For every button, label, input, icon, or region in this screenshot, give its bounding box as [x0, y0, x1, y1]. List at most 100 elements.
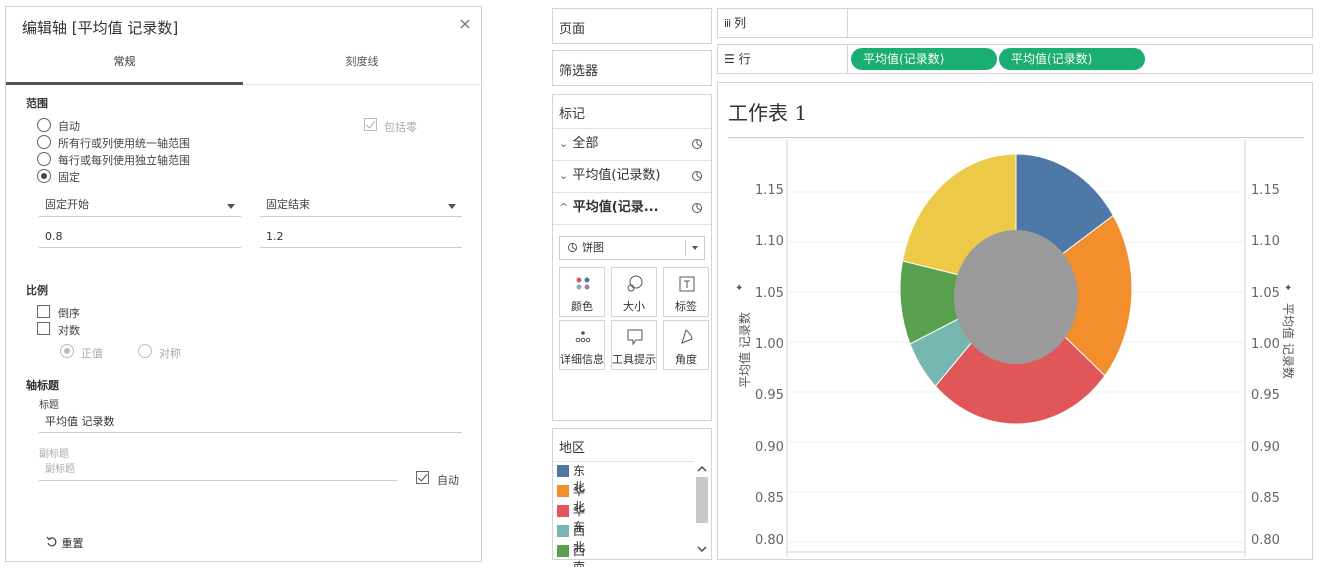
- angle-button[interactable]: 角度: [663, 320, 709, 370]
- chevron-down-icon: ⌄: [559, 169, 569, 182]
- left-tick-label: 0.85: [755, 491, 784, 506]
- donut-hole: [954, 230, 1078, 364]
- tooltip-label: 工具提示: [612, 353, 656, 366]
- fixed-start-dropdown[interactable]: 固定开始: [39, 195, 241, 217]
- range-end-input[interactable]: 1.2: [260, 226, 462, 248]
- cards-panel: 页面 筛选器 标记 ⌄ 全部 ⌄ 平均值(记录数) ^ 平均值(记录... 饼图: [552, 8, 712, 567]
- fixed-start-label: 固定开始: [45, 198, 89, 211]
- subtitle-auto-checkbox[interactable]: [416, 471, 429, 484]
- fixed-end-dropdown[interactable]: 固定结束: [260, 195, 462, 217]
- right-tick-label: 0.90: [1251, 440, 1280, 455]
- color-button[interactable]: 颜色: [559, 267, 605, 317]
- tooltip-button[interactable]: 工具提示: [611, 320, 657, 370]
- axis-title-input[interactable]: 平均值 记录数: [39, 411, 462, 433]
- tab-general[interactable]: 常规: [6, 47, 243, 85]
- scale-section-title: 比例: [26, 284, 48, 297]
- rows-shelf-label: ☰ 行: [718, 45, 848, 73]
- logarithmic-checkbox[interactable]: [37, 322, 50, 335]
- detail-label: 详细信息: [560, 353, 604, 366]
- left-tick-label: 0.90: [755, 440, 784, 455]
- pages-card[interactable]: 页面: [552, 8, 712, 44]
- detail-dots-icon: [575, 331, 591, 343]
- legend-title: 地区: [559, 441, 586, 456]
- positive-label: 正值: [81, 347, 103, 360]
- marks-title: 标记: [559, 107, 586, 122]
- range-section-title: 范围: [26, 97, 48, 110]
- logarithmic-label: 对数: [58, 324, 80, 337]
- columns-shelf[interactable]: iii 列: [717, 8, 1313, 38]
- range-auto-radio[interactable]: [37, 118, 51, 132]
- tooltip-icon: [627, 329, 643, 346]
- row-pill-avg-count-1[interactable]: 平均值(记录数): [851, 48, 997, 70]
- chevron-down-icon: [227, 204, 235, 209]
- columns-icon: iii: [724, 17, 731, 30]
- color-swatch: [557, 465, 569, 477]
- right-axis-title: 平均值 记录数: [1281, 303, 1295, 379]
- columns-label: 列: [734, 16, 747, 30]
- range-start-input[interactable]: 0.8: [39, 226, 241, 248]
- color-swatch: [557, 525, 569, 537]
- right-tick-label: 1.05: [1251, 286, 1280, 301]
- range-independent-radio[interactable]: [37, 152, 51, 166]
- subtitle-field-label: 副标题: [39, 449, 69, 460]
- row-pill-avg-count-2[interactable]: 平均值(记录数): [999, 48, 1145, 70]
- right-tick-label: 1.15: [1251, 183, 1280, 198]
- range-fixed-radio[interactable]: [37, 169, 51, 183]
- positive-radio[interactable]: [60, 344, 74, 358]
- marks-row-avg-1[interactable]: ⌄ 平均值(记录数): [553, 160, 711, 192]
- left-tick-label: 1.10: [755, 234, 784, 249]
- divider: [553, 461, 711, 462]
- right-tick-label: 1.10: [1251, 234, 1280, 249]
- divider: [685, 240, 686, 256]
- color-label: 颜色: [571, 300, 593, 313]
- reversed-label: 倒序: [58, 307, 80, 320]
- legend-label: 西南: [573, 544, 586, 567]
- divider: [553, 224, 711, 225]
- pin-icon[interactable]: ✦: [1284, 283, 1292, 294]
- filters-card[interactable]: 筛选器: [552, 50, 712, 86]
- detail-button[interactable]: 详细信息: [559, 320, 605, 370]
- angle-icon: [681, 329, 693, 344]
- range-auto-label: 自动: [58, 120, 80, 133]
- label-button[interactable]: 标签: [663, 267, 709, 317]
- left-tick-label: 0.80: [755, 533, 784, 548]
- title-divider: [728, 137, 1304, 138]
- rows-shelf[interactable]: ☰ 行 平均值(记录数) 平均值(记录数): [717, 44, 1313, 74]
- color-swatch: [557, 485, 569, 497]
- label-label: 标签: [675, 300, 697, 313]
- close-icon[interactable]: [458, 17, 472, 31]
- angle-label: 角度: [675, 353, 697, 366]
- reversed-checkbox[interactable]: [37, 305, 50, 318]
- scrollbar-thumb[interactable]: [696, 477, 708, 523]
- tab-tick-marks[interactable]: 刻度线: [243, 47, 481, 85]
- chevron-down-icon: [448, 204, 456, 209]
- marks-row-all[interactable]: ⌄ 全部: [553, 128, 711, 160]
- marks-row-label: 平均值(记录数): [572, 168, 661, 183]
- left-tick-label: 1.15: [755, 183, 784, 198]
- edit-axis-dialog: 编辑轴 [平均值 记录数] 常规 刻度线 范围 自动 所有行或列使用统一轴范围 …: [5, 6, 482, 562]
- text-label-icon: [679, 276, 695, 292]
- range-uniform-radio[interactable]: [37, 135, 51, 149]
- range-uniform-label: 所有行或列使用统一轴范围: [58, 137, 190, 150]
- chevron-up-icon: ^: [559, 201, 569, 214]
- reset-button[interactable]: 重置: [46, 535, 84, 551]
- right-tick-label: 1.00: [1251, 337, 1280, 352]
- color-swatch: [557, 545, 569, 557]
- pie-chart-icon: [692, 203, 702, 213]
- legend-scrollbar[interactable]: [694, 461, 710, 559]
- columns-shelf-label: iii 列: [718, 9, 848, 37]
- size-button[interactable]: 大小: [611, 267, 657, 317]
- symmetric-radio[interactable]: [138, 344, 152, 358]
- subtitle-auto-label: 自动: [437, 474, 459, 487]
- marks-row-avg-2[interactable]: ^ 平均值(记录...: [553, 192, 711, 224]
- dialog-tabs: 常规 刻度线: [6, 47, 481, 85]
- axis-subtitle-input[interactable]: 副标题: [39, 459, 397, 481]
- mark-type-dropdown[interactable]: 饼图: [559, 236, 705, 260]
- dialog-title: 编辑轴 [平均值 记录数]: [22, 19, 179, 37]
- include-zero-checkbox[interactable]: [364, 118, 377, 131]
- sheet-title: 工作表 1: [728, 101, 808, 125]
- size-label: 大小: [623, 300, 645, 313]
- marks-row-label: 全部: [572, 136, 599, 151]
- pin-icon[interactable]: ✦: [735, 283, 743, 294]
- filters-title: 筛选器: [559, 64, 599, 79]
